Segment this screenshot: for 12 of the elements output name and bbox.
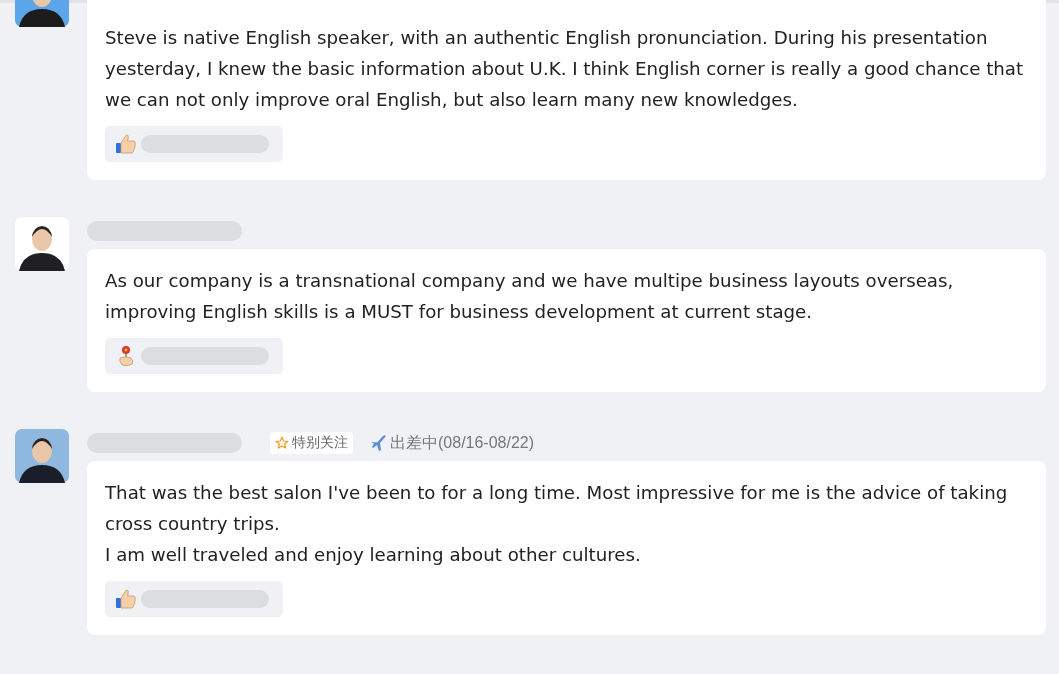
message-text: As our company is a transnational company and we have multipe business layouts overseas, improving English skills is a MUST for business development at current stage. <box>105 269 955 324</box>
travel-status: 出差中(08/16-08/22) <box>390 432 535 453</box>
message-text: That was the best salon I've been to for a long time. Most impressive for me is the advice of taking cross country trips. I am well traveled and enjoy learning about other cultures. <box>105 481 1009 567</box>
message-text: Steve is native English speaker, with an authentic English pronunciation. During his presentation yesterday, I knew the basic information about U.K. I think English corner is really a good chance that we can not only improve oral English, but also learn many new knowledges. <box>105 26 1025 112</box>
reaction-chip[interactable] <box>105 338 283 374</box>
thumbs-up-icon <box>115 133 137 155</box>
reaction-chip[interactable] <box>105 581 283 617</box>
thumbs-up-icon <box>115 588 137 610</box>
airplane-icon <box>369 433 389 453</box>
star-icon <box>275 436 289 450</box>
badge-label: 特别关注 <box>292 434 348 452</box>
reaction-chip[interactable] <box>105 126 283 162</box>
